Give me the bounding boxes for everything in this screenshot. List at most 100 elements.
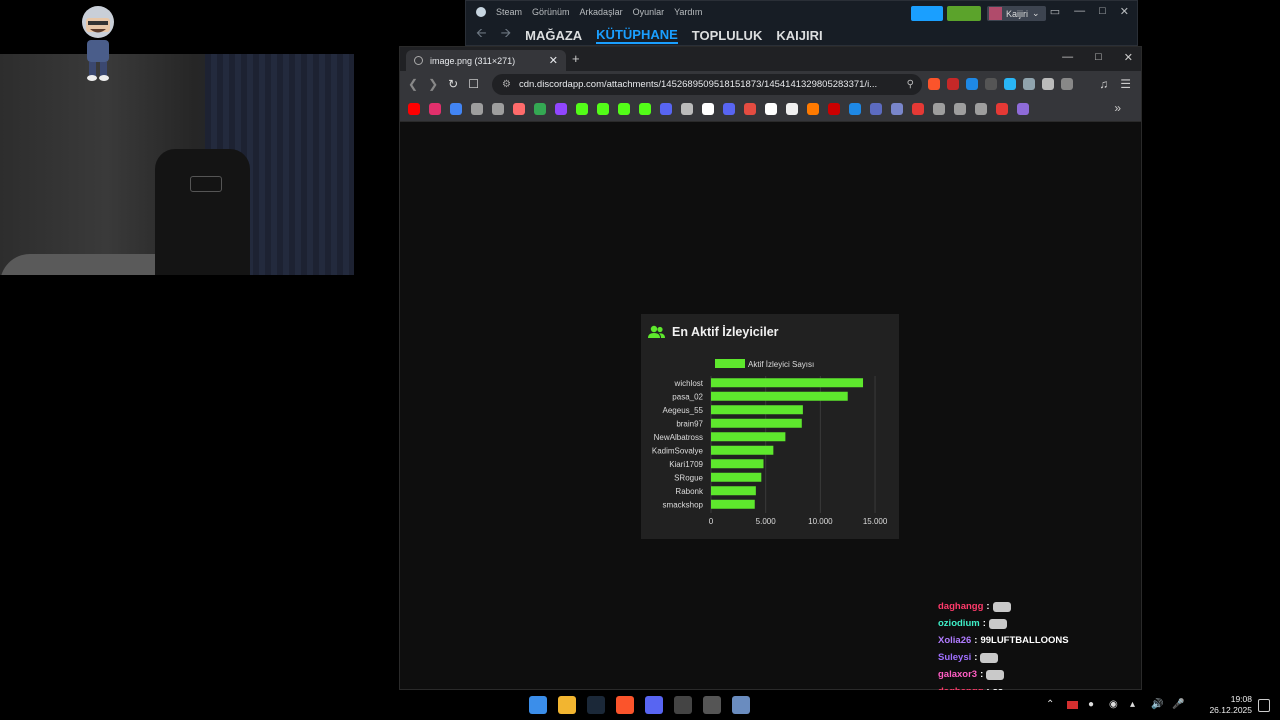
- extension-icon[interactable]: [1004, 78, 1016, 90]
- bookmark-icon[interactable]: [933, 103, 945, 115]
- forward-icon[interactable]: ❯: [428, 77, 438, 91]
- bookmark-icon[interactable]: [849, 103, 861, 115]
- bookmark-icon[interactable]: [996, 103, 1008, 115]
- minimize-icon[interactable]: —: [1062, 51, 1073, 64]
- microphone-icon[interactable]: 🎤: [1172, 699, 1184, 710]
- bookmark-icon[interactable]: [660, 103, 672, 115]
- bookmark-icon[interactable]: [576, 103, 588, 115]
- new-tab-icon[interactable]: +: [572, 51, 580, 66]
- extension-icon[interactable]: [966, 78, 978, 90]
- steam-tray-icon[interactable]: ◉: [1109, 699, 1120, 710]
- bookmark-icon[interactable]: [639, 103, 651, 115]
- chevron-up-icon[interactable]: ⌃: [1046, 699, 1057, 710]
- taskbar-app-icon[interactable]: [587, 696, 605, 714]
- steam-nav-library[interactable]: KÜTÜPHANE: [596, 27, 678, 44]
- taskbar-app-icon[interactable]: [703, 696, 721, 714]
- bookmark-icon[interactable]: [618, 103, 630, 115]
- bookmark-icon[interactable]: ☐: [468, 77, 479, 91]
- steam-menu-view[interactable]: Görünüm: [532, 7, 570, 17]
- steam-nav-community[interactable]: TOPLULUK: [692, 28, 763, 43]
- bookmark-icon[interactable]: [723, 103, 735, 115]
- bookmark-icon[interactable]: [702, 103, 714, 115]
- taskbar-app-icon[interactable]: [616, 696, 634, 714]
- bookmark-icon[interactable]: [975, 103, 987, 115]
- steam-back-icon[interactable]: 🡨: [476, 24, 487, 46]
- chat-username: Xolia26: [938, 635, 972, 646]
- extension-icon[interactable]: [1023, 78, 1035, 90]
- bookmark-icon[interactable]: [828, 103, 840, 115]
- steam-menu-games[interactable]: Oyunlar: [633, 7, 665, 17]
- minimize-icon[interactable]: —: [1074, 5, 1085, 18]
- address-bar[interactable]: ⚙ cdn.discordapp.com/attachments/1452689…: [492, 74, 922, 95]
- tab-image-png[interactable]: image.png (311×271) ✕: [406, 50, 566, 71]
- extension-icon[interactable]: [985, 78, 997, 90]
- steam-announce-button[interactable]: [911, 6, 943, 21]
- music-icon[interactable]: ♫: [1099, 77, 1108, 91]
- clock[interactable]: 19:08 26.12.2025: [1209, 694, 1252, 716]
- taskbar-app-icon[interactable]: [674, 696, 692, 714]
- system-tray: ⌃ ● ◉ ▴ 🔊 🎤: [1046, 699, 1184, 710]
- taskbar-app-icon[interactable]: [645, 696, 663, 714]
- brave-shield-icon[interactable]: [928, 78, 940, 90]
- taskbar-app-icon[interactable]: [558, 696, 576, 714]
- extension-icon[interactable]: [947, 78, 959, 90]
- bookmark-icon[interactable]: [681, 103, 693, 115]
- bookmark-icon[interactable]: [807, 103, 819, 115]
- tray-app-icon[interactable]: ●: [1088, 699, 1099, 710]
- close-icon[interactable]: ✕: [1124, 51, 1133, 64]
- bookmark-icon[interactable]: [408, 103, 420, 115]
- bookmark-icon[interactable]: [597, 103, 609, 115]
- bookmark-icon[interactable]: [1017, 103, 1029, 115]
- sidebar-icon[interactable]: [1061, 78, 1073, 90]
- bookmark-icon[interactable]: [450, 103, 462, 115]
- x-tick-label: 15.000: [863, 517, 888, 526]
- bookmark-icon[interactable]: [513, 103, 525, 115]
- tab-close-icon[interactable]: ✕: [549, 54, 558, 67]
- steam-nav-profile[interactable]: KAIJIRI: [776, 28, 822, 43]
- chat-text: 99LUFTBALLOONS: [980, 635, 1069, 646]
- bookmarks-more-icon[interactable]: »: [1114, 101, 1121, 115]
- y-tick-label: NewAlbatross: [654, 433, 703, 442]
- volume-icon[interactable]: 🔊: [1151, 699, 1163, 710]
- steam-menu-steam[interactable]: Steam: [496, 7, 522, 17]
- bookmark-icon[interactable]: [744, 103, 756, 115]
- network-icon[interactable]: ▴: [1130, 699, 1141, 710]
- maximize-icon[interactable]: □: [1099, 5, 1106, 18]
- tray-app-icon[interactable]: [1067, 701, 1078, 709]
- chat-message: galaxor3:: [938, 666, 1138, 683]
- bookmark-icon[interactable]: [765, 103, 777, 115]
- steam-forward-icon[interactable]: 🡪: [501, 24, 512, 46]
- taskbar: ⌃ ● ◉ ▴ 🔊 🎤 19:08 26.12.2025: [0, 690, 1280, 720]
- bookmark-icon[interactable]: [891, 103, 903, 115]
- menu-icon[interactable]: ☰: [1120, 77, 1131, 91]
- steam-nav-store[interactable]: MAĞAZA: [525, 28, 582, 43]
- bookmark-icon[interactable]: [870, 103, 882, 115]
- puzzle-icon[interactable]: [1042, 78, 1054, 90]
- zoom-icon[interactable]: ⚲: [907, 79, 914, 90]
- toolbar-right: ♫ ☰: [1099, 77, 1131, 91]
- clock-time: 19:08: [1230, 694, 1252, 704]
- taskbar-app-icon[interactable]: [732, 696, 750, 714]
- back-icon[interactable]: ❮: [408, 77, 418, 91]
- notification-icon[interactable]: [1258, 699, 1270, 712]
- close-icon[interactable]: ✕: [1120, 5, 1129, 18]
- steam-user-menu[interactable]: Kaijiri ⌄: [987, 6, 1046, 21]
- bookmark-icon[interactable]: [492, 103, 504, 115]
- site-info-icon[interactable]: ⚙: [502, 79, 511, 90]
- steam-menu-help[interactable]: Yardım: [674, 7, 702, 17]
- bookmark-icon[interactable]: [954, 103, 966, 115]
- reload-icon[interactable]: ↻: [448, 77, 458, 91]
- bookmark-icon[interactable]: [912, 103, 924, 115]
- steam-menu-friends[interactable]: Arkadaşlar: [580, 7, 623, 17]
- bookmark-icon[interactable]: [534, 103, 546, 115]
- steam-notifications-button[interactable]: [947, 6, 981, 21]
- bookmark-icon[interactable]: [555, 103, 567, 115]
- maximize-icon[interactable]: □: [1095, 51, 1102, 64]
- bookmark-icon[interactable]: [429, 103, 441, 115]
- bookmark-icon[interactable]: [471, 103, 483, 115]
- chat-message: Xolia26:99LUFTBALLOONS: [938, 632, 1138, 649]
- bookmark-icon[interactable]: [786, 103, 798, 115]
- chat-separator: :: [974, 635, 978, 646]
- start-icon[interactable]: [529, 696, 547, 714]
- big-picture-icon[interactable]: ▭: [1050, 5, 1060, 18]
